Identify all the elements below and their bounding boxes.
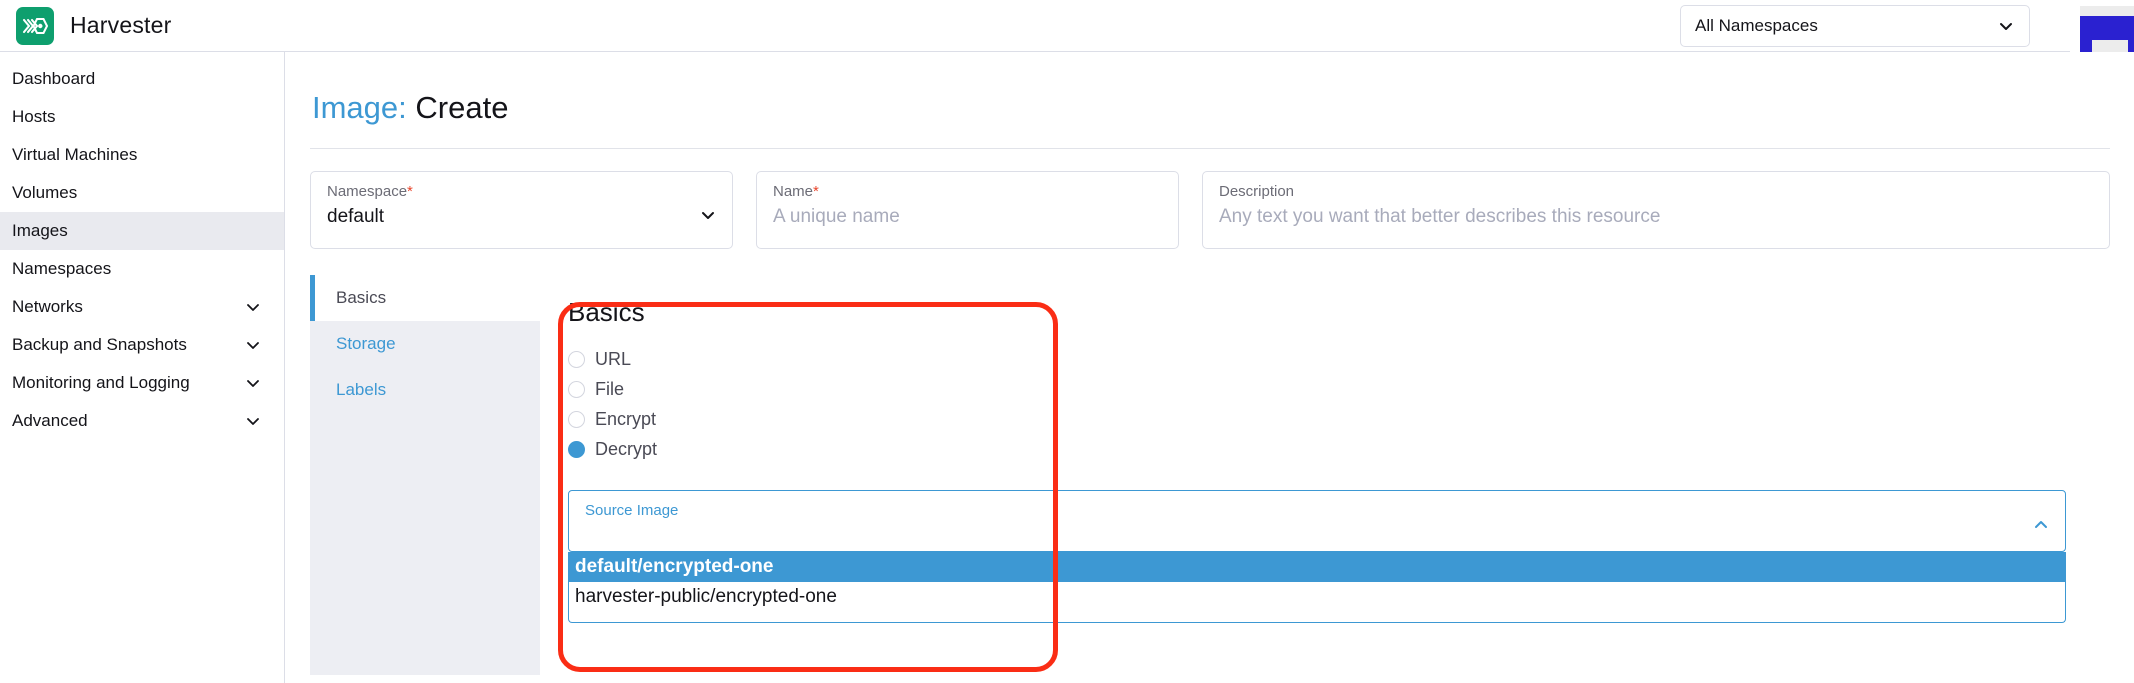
radio-option-file[interactable]: File — [568, 374, 2082, 404]
name-input[interactable]: A unique name — [773, 206, 1162, 228]
sidebar-item-backup-and-snapshots[interactable]: Backup and Snapshots — [0, 326, 284, 364]
source-image-input[interactable]: Source Image — [568, 490, 2066, 552]
namespace-value: default — [327, 206, 716, 228]
radio-button-selected[interactable] — [568, 441, 585, 458]
sidebar-item-label: Networks — [12, 297, 83, 317]
sidebar-item-images[interactable]: Images — [0, 212, 284, 250]
required-marker: * — [407, 183, 413, 200]
sidebar-item-label: Dashboard — [12, 69, 95, 89]
radio-button[interactable] — [568, 381, 585, 398]
tab-storage[interactable]: Storage — [310, 321, 540, 367]
page-title: Image: Create — [312, 90, 2134, 126]
description-input[interactable]: Any text you want that better describes … — [1219, 206, 2093, 228]
sidebar-item-advanced[interactable]: Advanced — [0, 402, 284, 440]
chevron-down-icon — [244, 298, 262, 316]
user-avatar-icon[interactable] — [2070, 0, 2134, 52]
required-marker: * — [813, 183, 819, 200]
sidebar-item-monitoring-and-logging[interactable]: Monitoring and Logging — [0, 364, 284, 402]
tab-panel: Basics Storage Labels Basics URL File En… — [310, 275, 2110, 675]
namespace-filter-select[interactable]: All Namespaces — [1680, 5, 2030, 47]
source-image-dropdown-menu: default/encrypted-one harvester-public/e… — [568, 552, 2066, 623]
tab-basics[interactable]: Basics — [310, 275, 540, 321]
source-image-label: Source Image — [585, 502, 2049, 519]
name-label: Name* — [773, 183, 1162, 200]
sidebar-item-namespaces[interactable]: Namespaces — [0, 250, 284, 288]
radio-label: Encrypt — [595, 409, 656, 430]
radio-button[interactable] — [568, 411, 585, 428]
namespace-select[interactable]: Namespace* default — [310, 171, 733, 249]
tab-list: Basics Storage Labels — [310, 275, 540, 675]
dropdown-option-label: harvester-public/encrypted-one — [575, 586, 837, 608]
sidebar-item-hosts[interactable]: Hosts — [0, 98, 284, 136]
resource-form-row: Namespace* default Name* A unique name D… — [286, 149, 2134, 249]
sidebar-item-label: Images — [12, 221, 68, 241]
sidebar-item-label: Volumes — [12, 183, 77, 203]
tab-label: Labels — [336, 380, 386, 400]
sidebar-item-dashboard[interactable]: Dashboard — [0, 60, 284, 98]
radio-label: File — [595, 379, 624, 400]
chevron-down-icon — [244, 374, 262, 392]
radio-option-decrypt[interactable]: Decrypt — [568, 434, 2082, 464]
name-field[interactable]: Name* A unique name — [756, 171, 1179, 249]
tab-label: Basics — [336, 288, 386, 308]
radio-label: Decrypt — [595, 439, 657, 460]
brand[interactable]: Harvester — [0, 7, 172, 45]
chevron-up-icon[interactable] — [2031, 515, 2051, 535]
page-title-main: Create — [415, 90, 508, 125]
sidebar-item-label: Monitoring and Logging — [12, 373, 190, 393]
sidebar-item-volumes[interactable]: Volumes — [0, 174, 284, 212]
chevron-down-icon — [1997, 17, 2015, 35]
dropdown-option-harvester-public-encrypted-one[interactable]: harvester-public/encrypted-one — [569, 582, 2065, 612]
header-right-group: All Namespaces — [1680, 0, 2134, 52]
radio-label: URL — [595, 349, 631, 370]
tab-label: Storage — [336, 334, 396, 354]
sidebar-item-label: Backup and Snapshots — [12, 335, 187, 355]
chevron-down-icon — [244, 412, 262, 430]
tab-labels[interactable]: Labels — [310, 367, 540, 413]
harvester-logo-icon — [16, 7, 54, 45]
sidebar-item-label: Namespaces — [12, 259, 111, 279]
name-label-text: Name — [773, 183, 813, 200]
source-image-combobox: Source Image default/encrypted-one harve… — [568, 490, 2066, 623]
namespace-label: Namespace* — [327, 183, 716, 200]
page-title-prefix: Image: — [312, 90, 407, 125]
main-content: Image: Create Namespace* default Name* A… — [286, 52, 2134, 683]
sidebar-item-networks[interactable]: Networks — [0, 288, 284, 326]
sidebar-item-label: Virtual Machines — [12, 145, 137, 165]
chevron-down-icon — [699, 206, 717, 224]
namespace-label-text: Namespace — [327, 183, 407, 200]
radio-option-url[interactable]: URL — [568, 344, 2082, 374]
section-title: Basics — [568, 297, 2082, 328]
description-label: Description — [1219, 183, 2093, 200]
brand-name: Harvester — [70, 12, 172, 39]
radio-button[interactable] — [568, 351, 585, 368]
top-header: Harvester All Namespaces — [0, 0, 2134, 52]
sidebar-item-virtual-machines[interactable]: Virtual Machines — [0, 136, 284, 174]
dropdown-option-label: default/encrypted-one — [575, 556, 773, 578]
sidebar-nav: Dashboard Hosts Virtual Machines Volumes… — [0, 52, 285, 683]
radio-option-encrypt[interactable]: Encrypt — [568, 404, 2082, 434]
chevron-down-icon — [244, 336, 262, 354]
tab-panel-body: Basics URL File Encrypt Decrypt Source I… — [540, 275, 2110, 675]
sidebar-item-label: Hosts — [12, 107, 55, 127]
dropdown-option-default-encrypted-one[interactable]: default/encrypted-one — [569, 552, 2065, 582]
description-field[interactable]: Description Any text you want that bette… — [1202, 171, 2110, 249]
sidebar-item-label: Advanced — [12, 411, 88, 431]
namespace-filter-value: All Namespaces — [1695, 16, 1818, 36]
